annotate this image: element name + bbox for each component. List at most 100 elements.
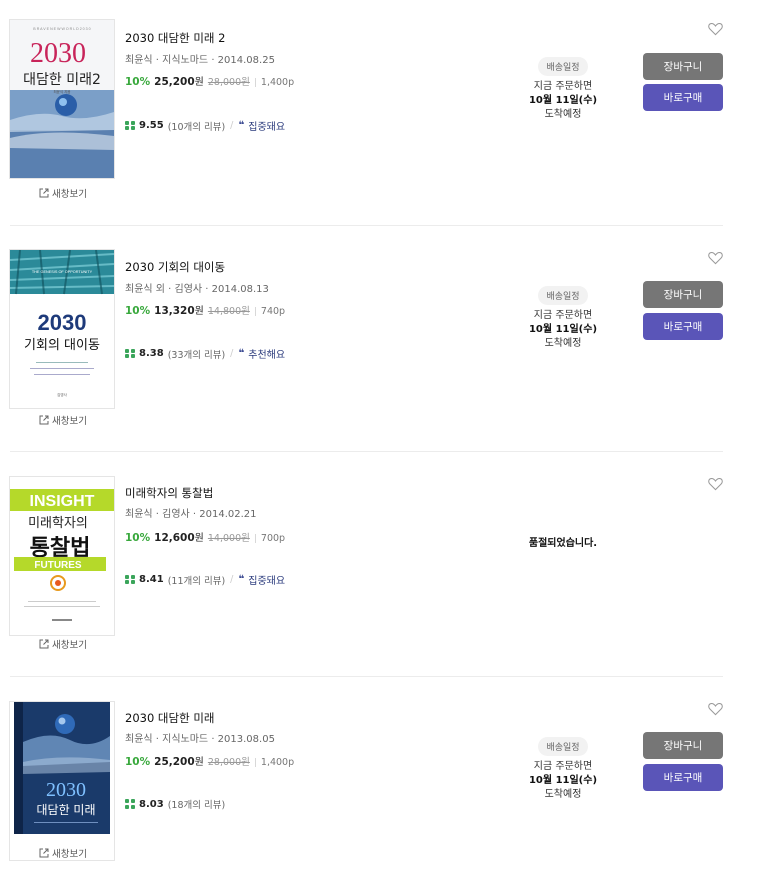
- new-window-link[interactable]: 새창보기: [39, 846, 87, 860]
- buy-now-button[interactable]: 바로구매: [643, 84, 723, 111]
- book-item: 2030 대담한 미래 새창보기 2030 대담한 미래 최윤식 · 지식노마드…: [0, 680, 773, 884]
- external-link-icon: [39, 415, 49, 425]
- shipping-line3: 도착예정: [544, 338, 582, 349]
- discount-rate: 10%: [125, 532, 151, 544]
- page-count: 1,400p: [260, 757, 295, 768]
- book-cover[interactable]: INSIGHT 미래학자의 통찰법 FUTURES: [10, 477, 114, 635]
- book-title[interactable]: 2030 대담한 미래 2: [125, 30, 225, 46]
- shipping-badge: 배송일정: [538, 737, 588, 756]
- quote-icon: ❝: [238, 120, 245, 131]
- rating-line: 8.41 (11개의 리뷰) / ❝ 집중돼요: [125, 572, 285, 587]
- book-meta: 최윤식 · 지식노마드 · 2014.08.25: [125, 55, 275, 66]
- new-window-label: 새창보기: [52, 849, 87, 860]
- cover-art-2030-opportunity: THE GENESIS OF OPPORTUNITY 2030 기회의 대이동 …: [10, 250, 114, 408]
- price-line: 10% 25,200 원 28,000원 | 1,400p: [125, 753, 294, 768]
- buy-now-button[interactable]: 바로구매: [643, 313, 723, 340]
- sale-price: 25,200: [154, 76, 195, 88]
- divider: /: [230, 574, 234, 585]
- sale-price: 13,320: [154, 305, 195, 317]
- original-price: 14,800원: [207, 306, 250, 317]
- book-title[interactable]: 미래학자의 통찰법: [125, 485, 213, 501]
- book-meta: 최윤식 외 · 김영사 · 2014.08.13: [125, 284, 269, 295]
- new-window-link[interactable]: 새창보기: [39, 186, 87, 200]
- rating-score: 8.03: [139, 798, 164, 810]
- clover-rating-icon: [125, 799, 135, 809]
- book-meta: 최윤식 · 지식노마드 · 2013.08.05: [125, 734, 275, 745]
- cover-art-insight-futures: INSIGHT 미래학자의 통찰법 FUTURES: [10, 477, 114, 629]
- svg-text:대담한 미래: 대담한 미래: [36, 803, 95, 817]
- review-tag: 집중돼요: [248, 576, 286, 587]
- book-item: INSIGHT 미래학자의 통찰법 FUTURES 새창보기 미래학자의 통찰법…: [0, 454, 773, 680]
- buy-now-button[interactable]: 바로구매: [643, 764, 723, 791]
- book-cover[interactable]: B R A V E N E W W O R L D 2 0 3 0 2030 대…: [10, 20, 114, 178]
- book-cover[interactable]: THE GENESIS OF OPPORTUNITY 2030 기회의 대이동 …: [10, 250, 114, 408]
- shipping-date: 10월 11일(수): [528, 95, 598, 106]
- currency-unit: 원: [194, 77, 204, 88]
- svg-text:THE GENESIS OF OPPORTUNITY: THE GENESIS OF OPPORTUNITY: [32, 270, 93, 274]
- external-link-icon: [39, 848, 49, 858]
- shipping-date: 10월 11일(수): [528, 324, 598, 335]
- rating-line: 8.38 (33개의 리뷰) / ❝ 추천해요: [125, 346, 285, 361]
- rating-score: 8.41: [139, 574, 164, 585]
- clover-rating-icon: [125, 120, 135, 131]
- new-window-label: 새창보기: [52, 416, 87, 427]
- clover-rating-icon: [125, 348, 135, 359]
- shipping-badge: 배송일정: [538, 286, 588, 305]
- new-window-link[interactable]: 새창보기: [39, 637, 87, 651]
- review-tag: 집중돼요: [248, 122, 286, 133]
- book-cover[interactable]: 2030 대담한 미래: [10, 702, 114, 860]
- discount-rate: 10%: [125, 756, 151, 768]
- divider: /: [230, 348, 234, 359]
- divider: [10, 225, 723, 226]
- add-to-cart-button[interactable]: 장바구니: [643, 53, 723, 80]
- shipping-info: 배송일정 지금 주문하면 10월 11일(수) 도착예정: [520, 735, 606, 802]
- review-count[interactable]: (11개의 리뷰): [168, 573, 225, 587]
- book-title[interactable]: 2030 기회의 대이동: [125, 259, 225, 275]
- svg-text:2030: 2030: [30, 38, 86, 69]
- divider: [10, 676, 723, 677]
- book-item: THE GENESIS OF OPPORTUNITY 2030 기회의 대이동 …: [0, 228, 773, 454]
- svg-text:미래학자의: 미래학자의: [28, 516, 88, 531]
- divider: |: [253, 758, 257, 768]
- divider: |: [253, 307, 257, 317]
- rating-score: 8.38: [139, 348, 164, 359]
- shipping-line3: 도착예정: [544, 109, 582, 120]
- svg-text:대담한 미래2: 대담한 미래2: [23, 72, 101, 88]
- book-meta: 최윤식 · 김영사 · 2014.02.21: [125, 509, 257, 520]
- heart-icon[interactable]: [708, 477, 723, 491]
- rating-score: 9.55: [139, 120, 164, 131]
- page-count: 740p: [260, 306, 286, 317]
- svg-text:2030: 2030: [38, 310, 87, 335]
- divider: [10, 451, 723, 452]
- page-count: 1,400p: [260, 77, 295, 88]
- sale-price: 12,600: [154, 532, 195, 544]
- quote-icon: ❝: [238, 348, 245, 359]
- review-count[interactable]: (33개의 리뷰): [168, 347, 225, 361]
- external-link-icon: [39, 188, 49, 198]
- shipping-line1: 지금 주문하면: [533, 761, 593, 772]
- shipping-info: 배송일정 지금 주문하면 10월 11일(수) 도착예정: [520, 55, 606, 122]
- quote-icon: ❝: [238, 574, 245, 585]
- new-window-link[interactable]: 새창보기: [39, 413, 87, 427]
- price-line: 10% 12,600 원 14,000원 | 700p: [125, 529, 285, 544]
- add-to-cart-button[interactable]: 장바구니: [643, 281, 723, 308]
- original-price: 28,000원: [207, 757, 250, 768]
- svg-text:기회의 대이동: 기회의 대이동: [24, 338, 100, 353]
- shipping-badge: 배송일정: [538, 57, 588, 76]
- svg-text:김영사: 김영사: [57, 392, 67, 397]
- heart-icon[interactable]: [708, 702, 723, 716]
- discount-rate: 10%: [125, 305, 151, 317]
- price-line: 10% 13,320 원 14,800원 | 740p: [125, 302, 285, 317]
- currency-unit: 원: [194, 757, 204, 768]
- book-item: B R A V E N E W W O R L D 2 0 3 0 2030 대…: [0, 0, 773, 226]
- page-count: 700p: [260, 533, 286, 544]
- review-count[interactable]: (10개의 리뷰): [168, 119, 225, 133]
- heart-icon[interactable]: [708, 251, 723, 265]
- cover-art-2030-brave-2: B R A V E N E W W O R L D 2 0 3 0 2030 대…: [10, 20, 114, 178]
- price-line: 10% 25,200 원 28,000원 | 1,400p: [125, 73, 294, 88]
- book-title[interactable]: 2030 대담한 미래: [125, 710, 214, 726]
- add-to-cart-button[interactable]: 장바구니: [643, 732, 723, 759]
- review-count[interactable]: (18개의 리뷰): [168, 797, 225, 811]
- shipping-line1: 지금 주문하면: [533, 81, 593, 92]
- heart-icon[interactable]: [708, 22, 723, 36]
